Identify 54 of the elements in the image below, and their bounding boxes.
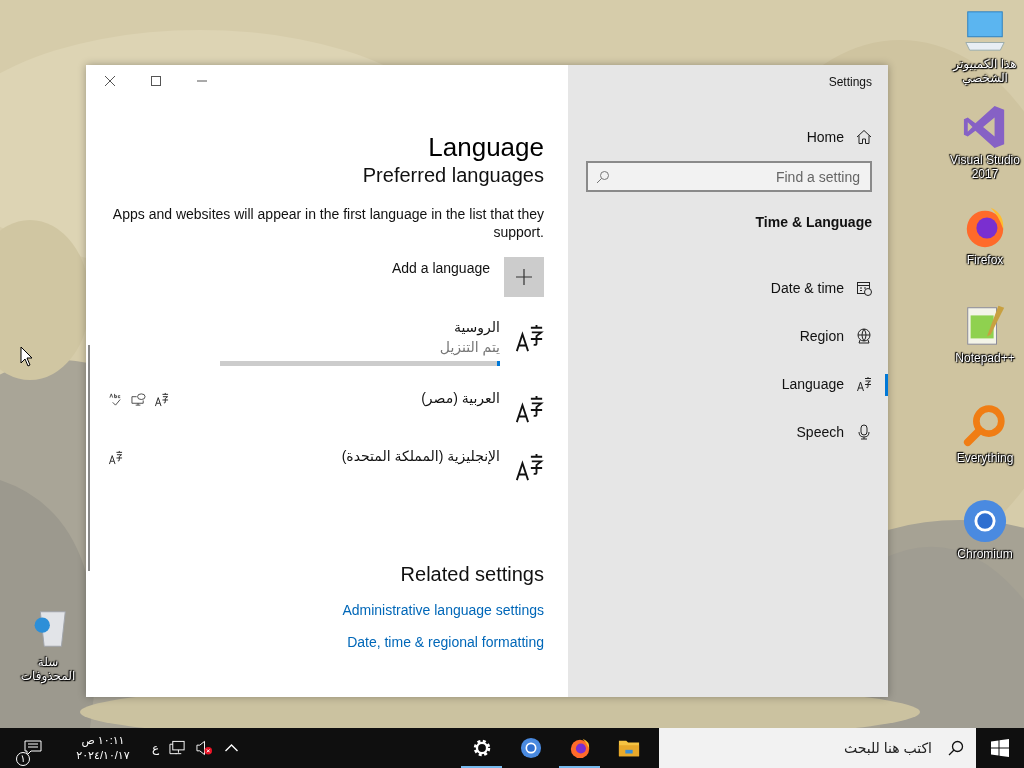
chromium-icon	[519, 737, 542, 759]
language-icon	[856, 376, 872, 392]
language-icon	[154, 392, 169, 407]
window-title: Settings	[828, 75, 872, 89]
globe-icon	[856, 328, 872, 344]
network-icon[interactable]	[169, 740, 187, 756]
home-icon	[856, 129, 872, 145]
close-icon[interactable]	[104, 75, 116, 87]
settings-link[interactable]: Date, time & regional formatting	[347, 634, 544, 650]
spell-check-icon	[108, 392, 123, 407]
nav-item[interactable]: Speech	[796, 408, 888, 456]
firefox-icon	[568, 737, 591, 759]
add-language-label: Add a language	[391, 260, 490, 276]
notification-count: ١	[16, 752, 30, 766]
section-title: Preferred languages	[362, 163, 544, 187]
language-item[interactable]: الإنجليزية (المملكة المتحدة)	[108, 444, 544, 482]
page-title: Language	[428, 131, 544, 163]
language-icon	[108, 450, 123, 465]
keyboard-language[interactable]: ع	[152, 741, 160, 755]
chromium-icon[interactable]	[962, 498, 1008, 544]
language-icon	[514, 394, 544, 424]
plus-icon	[515, 268, 533, 286]
nav-item[interactable]: Date & time	[770, 264, 888, 312]
microphone-icon	[856, 424, 872, 440]
search-field[interactable]: Find a setting	[586, 161, 872, 192]
home-nav-item[interactable]: Home	[806, 129, 888, 145]
volume-muted-icon[interactable]	[196, 740, 214, 756]
cursor-icon	[20, 346, 34, 368]
section-heading: Time & Language	[755, 214, 872, 230]
description: Apps and websites will appear in the first language in the list that they support.	[111, 205, 544, 241]
speech-icon	[131, 392, 146, 407]
notification-icon[interactable]	[24, 740, 42, 756]
add-language-button[interactable]	[504, 257, 544, 297]
clock[interactable]: ١٠:١١ ص ٢٠٢٤/١٠/١٧	[68, 733, 138, 763]
maximize-icon[interactable]	[150, 75, 162, 87]
settings-link[interactable]: Administrative language settings	[342, 602, 544, 618]
computer-icon[interactable]	[962, 8, 1008, 54]
language-status: يتم التنزيل	[439, 338, 500, 357]
scrollbar[interactable]	[88, 345, 90, 571]
language-item[interactable]: الروسية يتم التنزيل	[108, 315, 544, 366]
windows-icon	[991, 739, 1009, 757]
language-item[interactable]: العربية (مصر)	[108, 386, 544, 424]
nav-item[interactable]: Language	[781, 360, 888, 408]
language-name: الروسية	[453, 318, 500, 337]
section-title: Related settings	[400, 562, 544, 586]
calendar-icon	[856, 280, 872, 296]
taskbar-search-field[interactable]: اكتب هنا للبحث	[659, 728, 976, 768]
search-icon	[948, 740, 964, 756]
language-icon	[514, 452, 544, 482]
language-name: العربية (مصر)	[421, 389, 500, 408]
search-icon	[596, 170, 610, 184]
language-icon	[514, 323, 544, 353]
language-name: الإنجليزية (المملكة المتحدة)	[341, 447, 500, 466]
nav-item[interactable]: Region	[799, 312, 888, 360]
